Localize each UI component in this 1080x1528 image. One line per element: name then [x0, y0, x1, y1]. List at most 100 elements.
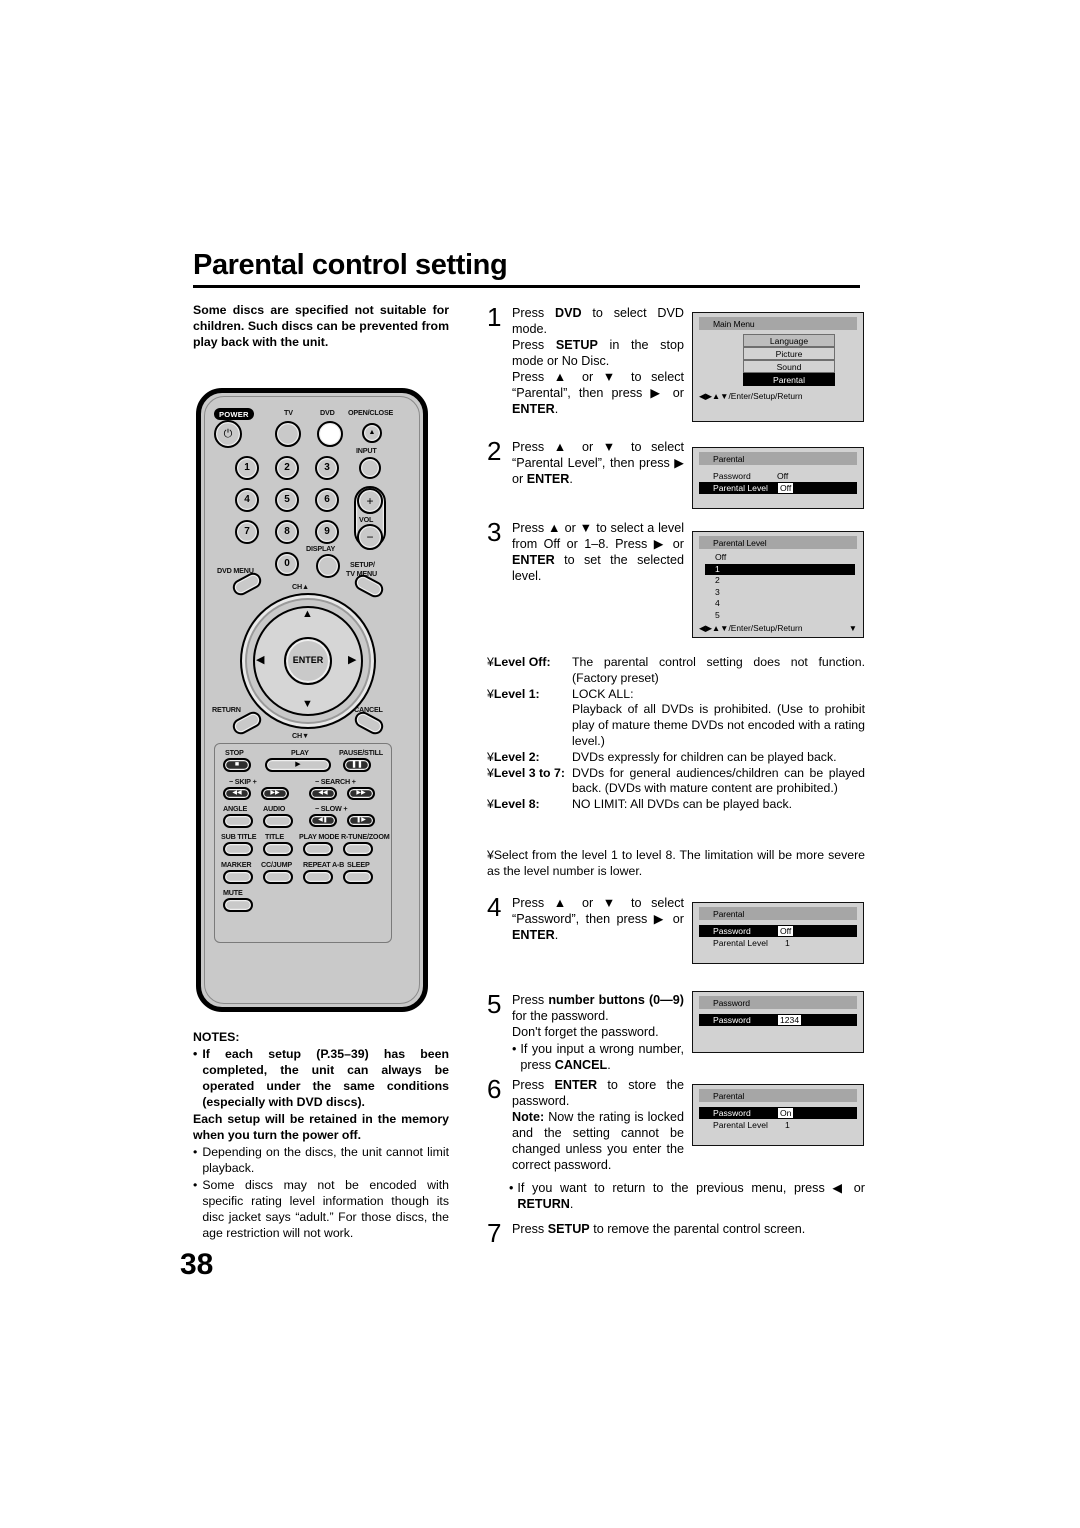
step-1-line-3: Press ▲ or ▼ to select “Parental”, then …	[512, 369, 684, 416]
step-7-number: 7	[487, 1218, 502, 1248]
osd-row-parental-level-3-value: 1	[785, 1120, 790, 1130]
tv-label: TV	[284, 408, 293, 417]
osd-menu-item-parental[interactable]: Parental	[743, 373, 835, 386]
osd-row-parental-level[interactable]: Parental Level Off	[699, 482, 857, 494]
skip-back-icon: ◀◀	[232, 790, 242, 796]
dpad-down-icon[interactable]: ▼	[302, 699, 313, 710]
angle-button[interactable]	[223, 814, 253, 828]
osd-parental-1-title: Parental	[699, 452, 857, 465]
enter-button[interactable]: ENTER	[284, 637, 332, 685]
pause-still-button[interactable]: ❚❚	[343, 758, 371, 772]
display-button[interactable]	[316, 554, 340, 578]
volume-up-button[interactable]: +	[357, 488, 383, 514]
number-button-9[interactable]: 9	[315, 520, 339, 544]
step-7: 7 Press SETUP to remove the parental con…	[487, 1218, 867, 1248]
number-button-3[interactable]: 3	[315, 456, 339, 480]
osd-row-parental-level-3[interactable]: Parental Level 1	[713, 1119, 857, 1131]
tv-button[interactable]	[275, 421, 301, 447]
osd-row-parental-level-2[interactable]: Parental Level 1	[713, 937, 857, 949]
volume-down-button[interactable]: −	[357, 524, 383, 550]
level-key: ¥Level 3 to 7:	[487, 765, 565, 780]
repeat-ab-button[interactable]	[303, 870, 333, 884]
osd-menu-item-picture[interactable]: Picture	[743, 347, 835, 360]
step-4: 4 Press ▲ or ▼ to select “Password”, the…	[487, 894, 684, 944]
stop-button[interactable]: ■	[223, 758, 251, 772]
osd-row-password-entry[interactable]: Password 1234	[699, 1014, 857, 1026]
ch-up-label: CH▲	[292, 582, 309, 591]
osd-level-item-4[interactable]: 4	[715, 598, 857, 610]
slow-reverse-button[interactable]: ◀❚	[309, 814, 337, 827]
mute-button[interactable]	[223, 898, 253, 912]
number-button-7[interactable]: 7	[235, 520, 259, 544]
osd-parental-2-title: Parental	[699, 907, 857, 920]
search-back-button[interactable]: ◀◀	[309, 787, 337, 800]
number-button-4[interactable]: 4	[235, 488, 259, 512]
osd-level-item-2[interactable]: 2	[715, 575, 857, 587]
number-button-8[interactable]: 8	[275, 520, 299, 544]
osd-level-item-1[interactable]: 1	[705, 563, 855, 575]
osd-level-item-off[interactable]: Off	[715, 552, 857, 564]
bullet-icon: •	[193, 1046, 198, 1061]
bullet-icon: •	[193, 1177, 198, 1192]
osd-menu-item-sound[interactable]: Sound	[743, 360, 835, 373]
search-forward-button[interactable]: ▶▶	[347, 787, 375, 800]
osd-row-password-2-label: Password	[713, 926, 751, 936]
marker-button[interactable]	[223, 870, 253, 884]
osd-scroll-down-icon[interactable]: ▼	[849, 623, 857, 633]
power-button[interactable]: ⏻	[214, 420, 242, 448]
search-label: − SEARCH +	[315, 777, 356, 786]
audio-button[interactable]	[263, 814, 293, 828]
number-button-5[interactable]: 5	[275, 488, 299, 512]
left-column: Some discs are specified not suitable fo…	[193, 302, 449, 351]
osd-password: Password Password 1234	[692, 991, 864, 1053]
skip-forward-button[interactable]: ▶▶	[261, 787, 289, 800]
sub-title-button[interactable]	[223, 842, 253, 856]
r-tune-zoom-label: R-TUNE/ZOOM	[341, 832, 390, 841]
osd-row-parental-level-2-label: Parental Level	[713, 938, 768, 948]
osd-row-parental-level-3-label: Parental Level	[713, 1120, 768, 1130]
fast-forward-icon: ▶▶	[356, 790, 366, 796]
osd-menu-item-language[interactable]: Language	[743, 334, 835, 347]
eject-icon: ▲	[368, 429, 376, 436]
level-row: ¥Level 2: DVDs expressly for children can…	[487, 750, 865, 766]
r-tune-zoom-button[interactable]	[343, 842, 373, 856]
title-button[interactable]	[263, 842, 293, 856]
number-button-6[interactable]: 6	[315, 488, 339, 512]
step-6: 6 Press ENTER to store the password. Not…	[487, 1076, 684, 1174]
osd-row-password[interactable]: Password Off	[713, 470, 857, 482]
title-label: TITLE	[265, 832, 284, 841]
number-button-0[interactable]: 0	[275, 552, 299, 576]
osd-level-item-3[interactable]: 3	[715, 587, 857, 599]
osd-row-password-2[interactable]: Password Off	[699, 925, 857, 937]
number-button-1[interactable]: 1	[235, 456, 259, 480]
step-5: 5 Press number buttons (0—9) for the pas…	[487, 991, 684, 1074]
step-3: 3 Press ▲ or ▼ to select a level from Of…	[487, 519, 684, 585]
sleep-button[interactable]	[343, 870, 373, 884]
rewind-icon: ◀◀	[318, 790, 328, 796]
step-6-line-2: Note: Now the rating is locked and the s…	[512, 1109, 684, 1172]
dpad-up-icon[interactable]: ▲	[302, 609, 313, 620]
return-note-text: If you want to return to the previous me…	[517, 1181, 865, 1211]
dvd-button[interactable]	[317, 421, 343, 447]
play-button[interactable]: ▶	[265, 758, 331, 772]
bullet-icon: •	[512, 1041, 517, 1056]
step-1-line-2: Press SETUP in the stop mode or No Disc.	[512, 337, 684, 368]
level-descriptions: ¥Level Off: The parental control setting …	[487, 655, 865, 813]
slow-forward-button[interactable]: ❚▶	[347, 814, 375, 827]
open-close-button[interactable]: ▲	[362, 423, 382, 443]
cc-jump-label: CC/JUMP	[261, 860, 292, 869]
level-row: ¥Level 3 to 7: DVDs for general audiences…	[487, 766, 865, 798]
skip-back-button[interactable]: ◀◀	[223, 787, 251, 800]
cc-jump-button[interactable]	[263, 870, 293, 884]
number-button-2[interactable]: 2	[275, 456, 299, 480]
osd-main-menu-title: Main Menu	[699, 317, 857, 330]
osd-row-password-3[interactable]: Password On	[699, 1107, 857, 1119]
level-key: ¥Level 8:	[487, 797, 540, 812]
play-mode-button[interactable]	[303, 842, 333, 856]
osd-level-item-5[interactable]: 5	[715, 610, 857, 622]
input-button[interactable]	[359, 457, 381, 479]
level-text: DVDs for general audiences/children can …	[572, 765, 865, 796]
dpad-right-icon[interactable]: ▶	[348, 655, 356, 666]
dpad-left-icon[interactable]: ◀	[256, 655, 264, 666]
stop-label: STOP	[225, 748, 244, 757]
